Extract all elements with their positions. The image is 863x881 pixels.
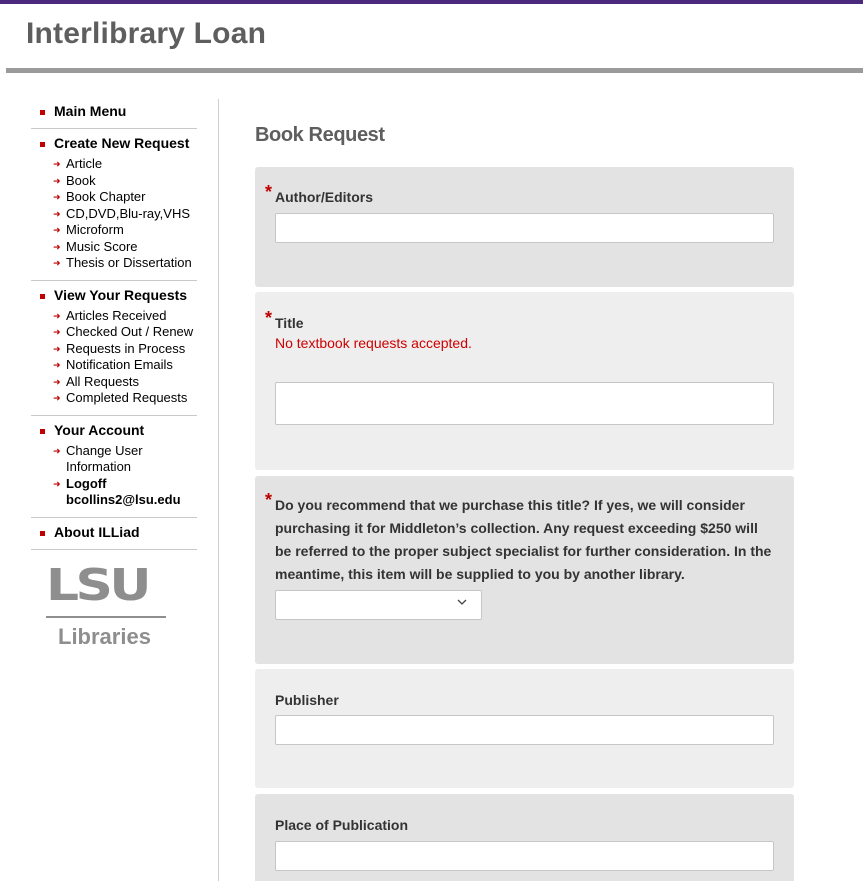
nav-item-label: Checked Out / Renew (66, 324, 194, 339)
nav-item-label: All Requests (66, 373, 139, 389)
logo-wordmark: LSU (46, 559, 152, 611)
arrow-right-icon: ➜ (53, 159, 61, 169)
publisher-input[interactable] (275, 715, 774, 745)
nav-item-book[interactable]: ➜ Book (31, 173, 197, 190)
nav-item-label: Thesis or Dissertation (66, 255, 192, 270)
nav-item-requests-in-process[interactable]: ➜ Requests in Process (31, 341, 197, 358)
nav-section-main: Main Menu (31, 100, 197, 129)
site-title: Interlibrary Loan (26, 17, 267, 50)
bullet-icon (40, 293, 45, 299)
nav-item-label: Article (66, 156, 103, 171)
nav-about-illiad[interactable]: About ILLiad (31, 524, 197, 541)
nav-account-label: Your Account (54, 421, 145, 438)
lsu-libraries-logo[interactable]: LSU Libraries (31, 559, 197, 650)
purchase-label-text: Do you recommend that we purchase this t… (275, 497, 772, 582)
nav-create-label: Create New Request (54, 135, 190, 151)
field-publisher: Publisher (255, 669, 794, 788)
nav-item-label: Change User Information (66, 442, 143, 475)
nav-item-article[interactable]: ➜ Article (31, 156, 197, 173)
nav-section-view: View Your Requests ➜ Articles Received ➜ C… (31, 281, 197, 416)
header-divider (6, 68, 863, 73)
arrow-right-icon: ➜ (53, 258, 61, 268)
nav-your-account[interactable]: Your Account (31, 422, 197, 439)
arrow-right-icon: ➜ (53, 327, 61, 337)
page-title: Book Request (255, 124, 385, 146)
nav-item-media[interactable]: ➜ CD,DVD,Blu-ray,VHS (31, 206, 197, 223)
nav-item-articles-received[interactable]: ➜ Articles Received (31, 308, 197, 325)
nav-item-label: Logoff (66, 475, 107, 491)
arrow-right-icon: ➜ (53, 478, 61, 489)
nav-item-label: Microform (66, 222, 124, 237)
nav-section-create: Create New Request ➜ Article ➜ Book ➜ Book … (31, 129, 197, 281)
nav-item-microform[interactable]: ➜ Microform (31, 222, 197, 239)
required-marker: * (265, 182, 273, 202)
field-author-editors: * Author/Editors (255, 167, 794, 287)
nav-main-menu[interactable]: Main Menu (31, 103, 197, 120)
nav-item-completed-requests[interactable]: ➜ Completed Requests (31, 390, 197, 407)
nav-item-label: Notification Emails (66, 357, 173, 372)
nav-view-your-requests[interactable]: View Your Requests (31, 287, 197, 304)
nav-section-about: About ILLiad (31, 518, 197, 550)
required-marker: * (265, 490, 273, 510)
sidebar-nav: Main Menu Create New Request ➜ Article ➜ B… (31, 100, 197, 650)
nav-item-book-chapter[interactable]: ➜ Book Chapter (31, 189, 197, 206)
nav-about-label: About ILLiad (54, 523, 140, 540)
nav-item-change-user-info[interactable]: ➜ Change User Information (31, 443, 197, 476)
publisher-label: Publisher (275, 692, 339, 708)
nav-item-notification-emails[interactable]: ➜ Notification Emails (31, 357, 197, 374)
user-email: bcollins2@lsu.edu (66, 492, 181, 507)
bullet-icon (40, 110, 45, 115)
logo-divider (46, 615, 166, 618)
place-of-publication-input[interactable] (275, 841, 774, 871)
nav-item-label: Requests in Process (66, 340, 186, 356)
arrow-right-icon: ➜ (53, 225, 61, 235)
nav-create-new-request[interactable]: Create New Request (31, 135, 197, 152)
nav-main-menu-label: Main Menu (54, 103, 127, 119)
author-label: * Author/Editors (265, 182, 774, 209)
field-place-of-publication: Place of Publication (255, 794, 794, 881)
nav-item-label: Book (66, 172, 96, 188)
title-input[interactable] (275, 382, 774, 425)
chevron-down-icon (457, 599, 467, 605)
nav-item-all-requests[interactable]: ➜ All Requests (31, 374, 197, 391)
nav-item-label: Completed Requests (66, 390, 188, 405)
arrow-right-icon: ➜ (53, 360, 61, 370)
title-label: * Title (265, 308, 774, 335)
bullet-icon (40, 530, 45, 536)
purchase-select[interactable] (275, 590, 482, 620)
arrow-right-icon: ➜ (53, 208, 61, 219)
top-accent-bar (0, 0, 863, 4)
nav-item-logoff[interactable]: ➜ Logoff bcollins2@lsu.edu (31, 476, 197, 509)
required-marker: * (265, 308, 273, 328)
logo-subtitle: Libraries (58, 623, 151, 649)
arrow-right-icon: ➜ (53, 445, 61, 456)
place-label: Place of Publication (275, 817, 409, 833)
nav-item-label: CD,DVD,Blu-ray,VHS (66, 205, 191, 221)
arrow-right-icon: ➜ (53, 310, 61, 321)
arrow-right-icon: ➜ (53, 175, 61, 186)
author-editors-input[interactable] (275, 213, 774, 243)
arrow-right-icon: ➜ (53, 376, 61, 387)
sidebar-divider (218, 99, 219, 881)
arrow-right-icon: ➜ (53, 192, 61, 202)
field-purchase-recommendation: * Do you recommend that we purchase this… (255, 476, 794, 664)
nav-view-label: View Your Requests (54, 286, 188, 303)
bullet-icon (40, 428, 45, 434)
purchase-label: * Do you recommend that we purchase this… (265, 490, 774, 586)
arrow-right-icon: ➜ (53, 241, 61, 252)
bullet-icon (40, 142, 45, 147)
nav-item-label: Articles Received (66, 307, 167, 323)
title-note: No textbook requests accepted. (275, 335, 472, 351)
nav-item-label: Music Score (66, 238, 138, 254)
author-label-text: Author/Editors (275, 189, 373, 205)
nav-item-label: Book Chapter (66, 189, 146, 204)
nav-item-checked-out[interactable]: ➜ Checked Out / Renew (31, 324, 197, 341)
arrow-right-icon: ➜ (53, 393, 61, 403)
title-label-text: Title (275, 315, 304, 331)
arrow-right-icon: ➜ (53, 343, 61, 354)
field-title: * Title No textbook requests accepted. (255, 292, 794, 470)
nav-item-music-score[interactable]: ➜ Music Score (31, 239, 197, 256)
nav-item-thesis[interactable]: ➜ Thesis or Dissertation (31, 255, 197, 272)
nav-section-account: Your Account ➜ Change User Information ➜ L… (31, 416, 197, 518)
